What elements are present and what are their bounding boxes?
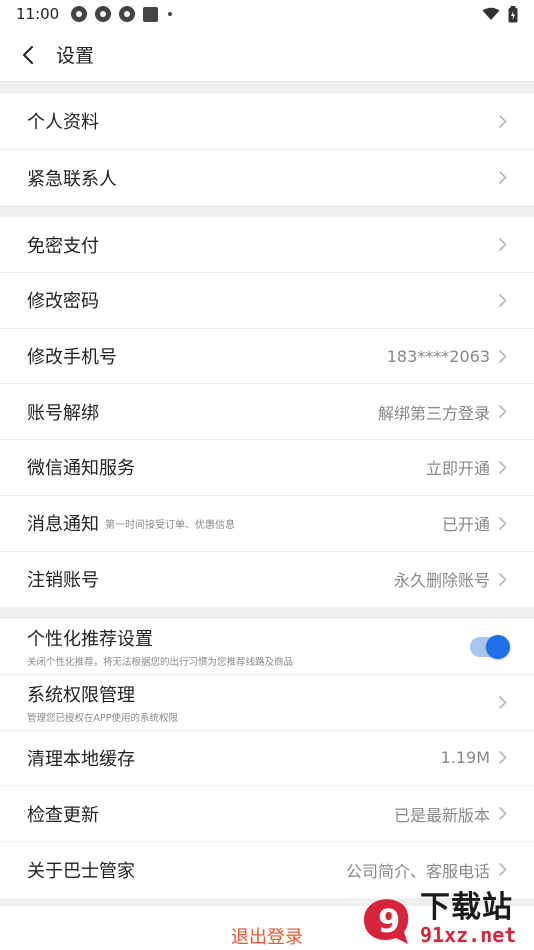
row-label: 微信通知服务 [27, 458, 135, 480]
row-change-phone[interactable]: 修改手机号 183****2063 [0, 329, 534, 385]
row-check-update[interactable]: 检查更新 已是最新版本 [0, 786, 534, 842]
row-label: 个性化推荐设置 [27, 629, 153, 651]
row-password-free-payment[interactable]: 免密支付 [0, 217, 534, 274]
wifi-icon [482, 7, 500, 20]
row-message-notification[interactable]: 消息通知 第一时间接受订单、优惠信息 已开通 [0, 496, 534, 552]
back-button[interactable] [0, 28, 56, 82]
row-delete-account[interactable]: 注销账号 永久删除账号 [0, 552, 534, 608]
row-label: 清理本地缓存 [27, 748, 135, 770]
row-value: 立即开通 [425, 459, 490, 479]
row-value: 1.19M [440, 748, 490, 768]
row-value: 已开通 [441, 515, 490, 535]
row-value: 183****2063 [386, 346, 490, 366]
row-label: 修改密码 [27, 291, 99, 313]
chevron-right-icon [496, 750, 508, 766]
chevron-right-icon [496, 237, 508, 253]
row-label: 修改手机号 [27, 347, 117, 369]
watermark-badge-icon: 9 [358, 890, 416, 948]
chevron-right-icon [496, 571, 508, 587]
watermark-domain: 91xz.net [420, 923, 517, 947]
watermark-title: 下载站 [420, 890, 513, 925]
row-wechat-notification[interactable]: 微信通知服务 立即开通 [0, 440, 534, 496]
chevron-right-icon [496, 404, 508, 420]
row-label: 免密支付 [27, 235, 99, 257]
row-value: 公司简介、客服电话 [345, 861, 490, 881]
row-profile[interactable]: 个人资料 [0, 94, 534, 150]
chevron-right-icon [496, 862, 508, 878]
battery-icon [508, 5, 518, 22]
chevron-right-icon [496, 348, 508, 364]
row-system-permissions[interactable]: 系统权限管理 管理您已授权在APP使用的系统权限 [0, 675, 534, 731]
watermark-logo: 9 下载站 91xz.net [358, 888, 534, 950]
chevron-right-icon [496, 806, 508, 822]
toggle-knob [486, 634, 510, 659]
row-label: 个人资料 [27, 112, 99, 134]
row-subtitle: 第一时间接受订单、优惠信息 [105, 519, 235, 531]
nav-bar: 设置 [0, 28, 534, 82]
row-label: 关于巴士管家 [27, 860, 135, 882]
chevron-right-icon [496, 694, 508, 710]
personalized-recommendation-toggle[interactable] [470, 634, 510, 659]
chevron-right-icon [496, 459, 508, 475]
chevron-left-icon [23, 45, 33, 64]
row-change-password[interactable]: 修改密码 [0, 273, 534, 329]
chevron-right-icon [496, 292, 508, 308]
row-label: 系统权限管理 [27, 684, 135, 706]
row-value: 解绑第三方登录 [377, 403, 490, 423]
row-description: 关闭个性化推荐，将无法根据您的出行习惯为您推荐线路及商品 [27, 657, 294, 669]
watermark-badge-number: 9 [378, 902, 400, 940]
app-notification-icon [143, 6, 159, 22]
chevron-right-icon [496, 113, 508, 129]
notification-icon [95, 6, 112, 22]
row-emergency-contact[interactable]: 紧急联系人 [0, 150, 534, 206]
row-clear-cache[interactable]: 清理本地缓存 1.19M [0, 731, 534, 787]
row-value: 永久删除账号 [393, 571, 490, 591]
notification-icon [71, 6, 88, 22]
status-time: 11:00 [16, 5, 60, 23]
row-label: 账号解绑 [27, 402, 99, 424]
settings-group-profile: 个人资料 紧急联系人 [0, 94, 534, 206]
more-notifications-dot-icon [168, 12, 173, 16]
notification-icon [119, 6, 136, 22]
row-label: 检查更新 [27, 804, 99, 826]
row-label: 注销账号 [27, 570, 99, 592]
row-unbind-account[interactable]: 账号解绑 解绑第三方登录 [0, 384, 534, 441]
page-title: 设置 [56, 45, 95, 67]
row-personalized-recommendation: 个性化推荐设置 关闭个性化推荐，将无法根据您的出行习惯为您推荐线路及商品 [0, 619, 534, 675]
row-label: 消息通知 [27, 514, 99, 536]
row-value: 已是最新版本 [393, 805, 490, 825]
chevron-right-icon [496, 515, 508, 531]
status-bar: 11:00 [0, 0, 534, 28]
settings-group-account: 免密支付 修改密码 修改手机号 183****2063 账号解绑 解绑第三方登录… [0, 217, 534, 608]
settings-group-system: 个性化推荐设置 关闭个性化推荐，将无法根据您的出行习惯为您推荐线路及商品 系统权… [0, 619, 534, 898]
row-label: 紧急联系人 [27, 168, 117, 190]
row-description: 管理您已授权在APP使用的系统权限 [27, 712, 178, 724]
chevron-right-icon [496, 170, 508, 186]
